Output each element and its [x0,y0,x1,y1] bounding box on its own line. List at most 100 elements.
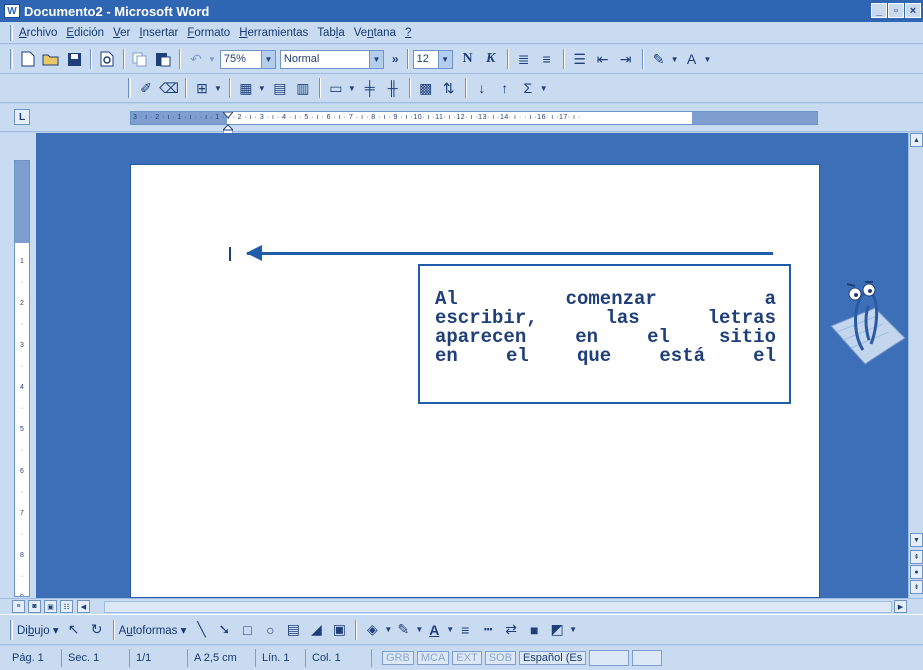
line-icon[interactable]: ╲ [190,619,212,641]
horizontal-scrollbar[interactable] [104,601,892,613]
shadow-icon[interactable]: ■ [523,619,545,641]
horizontal-ruler[interactable]: 3 · ı · 2 · ı · 1 · ı · · ı · 1 · ı · 2 … [130,111,818,125]
line-style-icon[interactable]: ≡ [454,619,476,641]
decrease-indent-icon[interactable]: ⇤ [592,48,614,70]
status-language[interactable]: Español (Es [518,651,587,665]
table-autoformat-icon[interactable]: ▩ [415,77,437,99]
sort-descending-icon[interactable]: ↑ [494,77,516,99]
status-sob[interactable]: SOB [484,651,516,665]
menu-bar-grip[interactable] [10,24,13,41]
toolbar-grip[interactable] [10,49,13,69]
menu-tabla[interactable]: Tabla [317,27,345,39]
bullets-icon[interactable]: ☰ [569,48,591,70]
distribute-rows-icon[interactable]: ╪ [359,77,381,99]
border-icon[interactable]: ⊞ [191,77,213,99]
autoshapes-menu-button[interactable]: Autoformas ▾ [119,623,187,637]
status-mca[interactable]: MCA [416,651,450,665]
word-app-icon[interactable]: W [4,4,20,18]
toolbar-grip[interactable] [128,78,131,98]
dash-style-icon[interactable]: ┅ [477,619,499,641]
font-color-dropdown-icon[interactable]: ▼ [704,55,712,64]
print-preview-icon[interactable] [96,48,118,70]
merge-cells-icon[interactable]: ▤ [269,77,291,99]
arrow-style-icon[interactable]: ⇄ [500,619,522,641]
wordart-icon[interactable]: ◢ [305,619,327,641]
scroll-down-icon[interactable]: ▼ [910,533,923,547]
tab-selector-button[interactable]: L [14,109,30,125]
insert-table-icon[interactable]: ▦ [235,77,257,99]
menu-herramientas[interactable]: Herramientas [239,27,308,39]
menu-ventana[interactable]: Ventana [354,27,396,39]
toolbar-grip[interactable] [10,619,13,640]
font-color-icon[interactable]: A [681,48,703,70]
increase-indent-icon[interactable]: ⇥ [615,48,637,70]
menu-edicion[interactable]: Edición [66,27,104,39]
select-objects-icon[interactable]: ↖ [63,619,85,641]
open-folder-icon[interactable] [40,48,62,70]
sort-ascending-icon[interactable]: ↓ [471,77,493,99]
zoom-select[interactable]: 75% ▼ [219,49,276,69]
eraser-icon[interactable]: ⌫ [158,77,180,99]
office-assistant-icon[interactable] [825,268,907,368]
align-center-icon[interactable]: ≣ [513,48,535,70]
distribute-columns-icon[interactable]: ╫ [382,77,404,99]
outline-view-icon[interactable]: ☷ [60,600,73,613]
copy-icon[interactable] [129,48,151,70]
3d-icon[interactable]: ◩ [546,619,568,641]
undo-icon[interactable]: ↶ [185,48,207,70]
text-box-icon[interactable]: ▤ [282,619,304,641]
indent-marker-icon[interactable] [221,111,235,135]
maximize-button[interactable]: ▫ [888,3,904,18]
justify-icon[interactable]: ≡ [536,48,558,70]
vertical-ruler[interactable]: 1·2·3·4·5·6·7·8·9·10 [14,160,30,597]
fill-color-dropdown-icon[interactable]: ▼ [384,625,392,634]
next-page-icon[interactable]: ⇟ [910,580,923,594]
line-color-dropdown-icon[interactable]: ▼ [415,625,423,634]
menu-formato[interactable]: Formato [187,27,230,39]
align-cell-icon[interactable]: ▭ [325,77,347,99]
style-select[interactable]: Normal ▼ [279,49,384,69]
autosum-icon[interactable]: Σ [517,77,539,99]
insert-table-dropdown-icon[interactable]: ▼ [258,84,266,93]
menu-help[interactable]: ? [405,27,411,39]
web-layout-icon[interactable]: ◙ [28,600,41,613]
save-icon[interactable] [63,48,85,70]
undo-dropdown-icon[interactable]: ▼ [208,55,216,64]
line-color-icon[interactable]: ✎ [392,619,414,641]
menu-archivo[interactable]: Archivo [19,27,57,39]
browse-object-icon[interactable]: ● [910,565,923,579]
italic-icon[interactable]: K [480,48,502,70]
oval-icon[interactable]: ○ [259,619,281,641]
new-document-icon[interactable] [17,48,39,70]
clip-art-icon[interactable]: ▣ [328,619,350,641]
previous-page-icon[interactable]: ⇞ [910,550,923,564]
scroll-up-icon[interactable]: ▲ [910,133,923,147]
paste-icon[interactable] [152,48,174,70]
status-grb[interactable]: GRB [382,651,414,665]
font-color-draw-icon[interactable]: A [423,619,445,641]
toolbar-options-icon[interactable]: ▼ [540,84,548,93]
draw-table-icon[interactable]: ✐ [135,77,157,99]
print-layout-icon[interactable]: ▣ [44,600,57,613]
vertical-scrollbar[interactable]: ▲ ▼ ⇞ ● ⇟ [908,133,923,598]
fill-color-icon[interactable]: ◈ [361,619,383,641]
bold-icon[interactable]: N [457,48,479,70]
toolbar-options-icon[interactable]: ▼ [569,625,577,634]
highlight-dropdown-icon[interactable]: ▼ [671,55,679,64]
normal-view-icon[interactable]: ≡ [12,600,25,613]
toolbar-overflow-icon[interactable]: » [392,52,399,66]
split-cells-icon[interactable]: ▥ [292,77,314,99]
free-rotate-icon[interactable]: ↻ [86,619,108,641]
scroll-right-icon[interactable]: ▶ [894,600,907,613]
close-button[interactable]: × [905,3,921,18]
font-size-select[interactable]: 12 ▼ [412,49,453,69]
minimize-button[interactable]: _ [871,3,887,18]
menu-insertar[interactable]: Insertar [139,27,178,39]
rectangle-icon[interactable]: □ [236,619,258,641]
status-ext[interactable]: EXT [452,651,482,665]
highlight-icon[interactable]: ✎ [648,48,670,70]
draw-menu-button[interactable]: Dibujo ▾ [17,623,59,637]
menu-ver[interactable]: Ver [113,27,130,39]
scroll-left-icon[interactable]: ◀ [77,600,90,613]
align-cell-dropdown-icon[interactable]: ▼ [348,84,356,93]
